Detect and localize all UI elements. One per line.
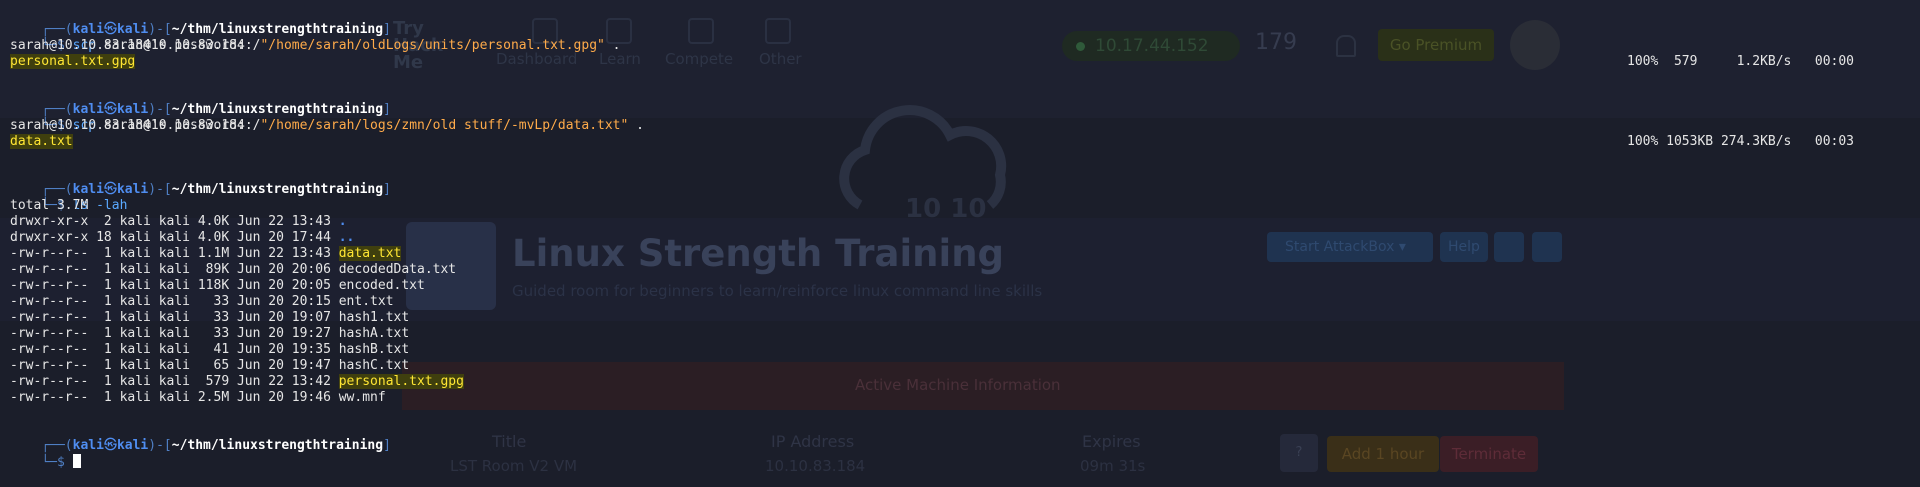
transfer-file-2: data.txt	[10, 134, 73, 150]
ls-row-filename: decodedData.txt	[338, 262, 457, 277]
command-quoted-path: "/home/sarah/logs/zmn/old stuff/-mvLp/da…	[260, 118, 629, 133]
prompt-line-4: ┌──(kali㉿kali)-[~/thm/linuxstrengthtrain…	[10, 422, 391, 453]
prompt-at-icon: ㉿	[103, 438, 117, 453]
ls-row: -rw-r--r-- 1 kali kali 579 Jun 22 13:42 …	[10, 374, 464, 390]
command-dest: .	[604, 38, 621, 53]
progress-time: 00:03	[1814, 134, 1855, 149]
ls-row: drwxr-xr-x 2 kali kali 4.0K Jun 22 13:43…	[10, 214, 347, 230]
prompt-bracket: )-[	[148, 182, 172, 197]
transfer-progress-2: 100% 1053KB 274.3KB/s 00:03	[1627, 134, 1854, 150]
password-prompt-2: sarah@10.10.83.184's password:	[10, 118, 245, 133]
ls-row: -rw-r--r-- 1 kali kali 1.1M Jun 22 13:43…	[10, 246, 402, 262]
command-line-1: └─$ scp sarah@10.10.83.184:/"/home/sarah…	[10, 22, 620, 53]
ls-row: -rw-r--r-- 1 kali kali 89K Jun 20 20:06 …	[10, 262, 456, 278]
progress-percent: 100%	[1627, 54, 1659, 69]
ls-row-filename: ww.mnf	[338, 390, 386, 405]
password-prompt-1: sarah@10.10.83.184's password:	[10, 38, 245, 53]
ls-row-filename: encoded.txt	[338, 278, 425, 293]
ls-row-meta: -rw-r--r-- 1 kali kali 41 Jun 20 19:35	[10, 342, 339, 357]
ls-row: -rw-r--r-- 1 kali kali 41 Jun 20 19:35 h…	[10, 342, 409, 358]
ls-row: -rw-r--r-- 1 kali kali 65 Jun 20 19:47 h…	[10, 358, 409, 374]
ls-row-meta: -rw-r--r-- 1 kali kali 118K Jun 20 20:05	[10, 278, 339, 293]
prompt-bracket: )-[	[148, 438, 172, 453]
ls-row-filename: personal.txt.gpg	[338, 374, 464, 389]
progress-size: 1053KB	[1666, 134, 1714, 149]
ls-row-filename: ent.txt	[338, 294, 394, 309]
ls-row-meta: -rw-r--r-- 1 kali kali 33 Jun 20 19:27	[10, 326, 339, 341]
ls-row-filename: hashC.txt	[338, 358, 410, 373]
ls-row: -rw-r--r-- 1 kali kali 33 Jun 20 19:07 h…	[10, 310, 409, 326]
ls-row-filename: hashA.txt	[338, 326, 410, 341]
command-line-3: └─$ ls -lah	[10, 182, 127, 213]
progress-percent: 100%	[1627, 134, 1659, 149]
ls-row-filename: .	[338, 214, 347, 229]
progress-rate: 1.2KB/s	[1736, 54, 1792, 69]
transfer-progress-1: 100% 579 1.2KB/s 00:00	[1627, 54, 1854, 70]
prompt-line-1: ┌──(kali㉿kali)-[~/thm/linuxstrengthtrain…	[10, 6, 391, 37]
ls-row-filename: hashB.txt	[338, 342, 410, 357]
prompt-cwd: ~/thm/linuxstrengthtraining	[171, 438, 384, 453]
ls-row-meta: drwxr-xr-x 18 kali kali 4.0K Jun 20 17:4…	[10, 230, 339, 245]
ls-row-meta: drwxr-xr-x 2 kali kali 4.0K Jun 22 13:43	[10, 214, 339, 229]
text-cursor[interactable]	[72, 454, 81, 468]
progress-time: 00:00	[1814, 54, 1855, 69]
command-line-2: └─$ scp sarah@10.10.83.184:/"/home/sarah…	[10, 102, 644, 133]
prompt-line-2: ┌──(kali㉿kali)-[~/thm/linuxstrengthtrain…	[10, 86, 391, 117]
transfer-file-name: data.txt	[10, 134, 73, 149]
ls-row-meta: -rw-r--r-- 1 kali kali 89K Jun 20 20:06	[10, 262, 339, 277]
command-dest: .	[628, 118, 644, 133]
progress-size: 579	[1673, 54, 1698, 69]
ls-row: -rw-r--r-- 1 kali kali 118K Jun 20 20:05…	[10, 278, 425, 294]
prompt-cwd: ~/thm/linuxstrengthtraining	[171, 182, 384, 197]
ls-row-filename: data.txt	[338, 246, 402, 261]
ls-row-meta: -rw-r--r-- 1 kali kali 33 Jun 20 20:15	[10, 294, 339, 309]
prompt-bracket-end: ]	[383, 438, 391, 453]
prompt-bracket-end: ]	[383, 182, 391, 197]
ls-row-filename: ..	[338, 230, 355, 245]
ls-row-meta: -rw-r--r-- 1 kali kali 2.5M Jun 20 19:46	[10, 390, 339, 405]
ls-row: -rw-r--r-- 1 kali kali 33 Jun 20 19:27 h…	[10, 326, 409, 342]
ls-row-meta: -rw-r--r-- 1 kali kali 65 Jun 20 19:47	[10, 358, 339, 373]
ls-row-meta: -rw-r--r-- 1 kali kali 33 Jun 20 19:07	[10, 310, 339, 325]
transfer-file-name: personal.txt.gpg	[10, 54, 136, 69]
transfer-file-1: personal.txt.gpg	[10, 54, 136, 70]
ls-total: total 3.7M	[10, 198, 89, 213]
terminal-window[interactable]: ┌──(kali㉿kali)-[~/thm/linuxstrengthtrain…	[0, 0, 1920, 483]
prompt-line-3: ┌──(kali㉿kali)-[~/thm/linuxstrengthtrain…	[10, 166, 391, 197]
prompt-host: kali	[116, 438, 149, 453]
ls-row: -rw-r--r-- 1 kali kali 2.5M Jun 20 19:46…	[10, 390, 386, 406]
ls-row: -rw-r--r-- 1 kali kali 33 Jun 20 20:15 e…	[10, 294, 394, 310]
ls-row-meta: -rw-r--r-- 1 kali kali 1.1M Jun 22 13:43	[10, 246, 339, 261]
ls-row-meta: -rw-r--r-- 1 kali kali 579 Jun 22 13:42	[10, 374, 339, 389]
prompt-dollar: └─$	[41, 455, 65, 470]
ls-row-filename: hash1.txt	[338, 310, 410, 325]
command-arg: -lah	[96, 198, 128, 213]
ls-row: drwxr-xr-x 18 kali kali 4.0K Jun 20 17:4…	[10, 230, 354, 246]
progress-rate: 274.3KB/s	[1720, 134, 1792, 149]
command-quoted-path: "/home/sarah/oldLogs/units/personal.txt.…	[260, 38, 605, 53]
command-input-line[interactable]: └─$	[10, 438, 81, 470]
